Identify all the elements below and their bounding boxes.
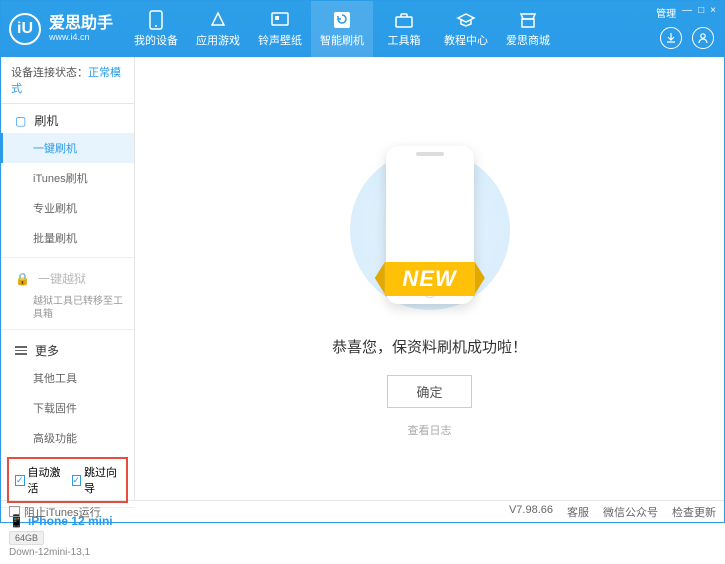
device-status: 设备连接状态：正常模式 <box>1 57 134 104</box>
new-banner: NEW <box>384 262 474 296</box>
nav-tutorials[interactable]: 教程中心 <box>435 1 497 57</box>
app-logo-icon: iU <box>9 13 41 45</box>
version-label: V7.98.66 <box>509 504 553 520</box>
app-url: www.i4.cn <box>49 33 113 43</box>
app-header: iU 爱思助手 www.i4.cn 我的设备 应用游戏 铃声壁纸 智能刷机 工具… <box>1 1 724 57</box>
window-controls: 管理 — □ × <box>656 5 716 20</box>
sidebar: 设备连接状态：正常模式 ▢ 刷机 一键刷机 iTunes刷机 专业刷机 批量刷机… <box>1 57 135 500</box>
sidebar-item-oneclick-flash[interactable]: 一键刷机 <box>1 133 134 163</box>
sidebar-item-pro-flash[interactable]: 专业刷机 <box>1 193 134 223</box>
footer-link-support[interactable]: 客服 <box>567 504 589 520</box>
refresh-icon <box>332 10 352 30</box>
view-log-link[interactable]: 查看日志 <box>408 422 452 438</box>
sidebar-section-more[interactable]: 更多 <box>1 334 134 363</box>
graduation-icon <box>456 10 476 30</box>
checkbox-block-itunes[interactable] <box>9 506 20 517</box>
nav-my-device[interactable]: 我的设备 <box>125 1 187 57</box>
nav-toolbox[interactable]: 工具箱 <box>373 1 435 57</box>
jailbreak-moved-note: 越狱工具已转移至工具箱 <box>1 291 134 325</box>
device-firmware: Down-12mini-13,1 <box>9 547 126 558</box>
window-close[interactable]: × <box>710 5 716 20</box>
phone-icon <box>146 10 166 30</box>
sidebar-item-itunes-flash[interactable]: iTunes刷机 <box>1 163 134 193</box>
top-nav: 我的设备 应用游戏 铃声壁纸 智能刷机 工具箱 教程中心 爱思商城 <box>125 1 559 57</box>
nav-ringtone-wallpaper[interactable]: 铃声壁纸 <box>249 1 311 57</box>
success-illustration: NEW <box>330 140 530 320</box>
confirm-button[interactable]: 确定 <box>387 375 471 408</box>
sidebar-item-other-tools[interactable]: 其他工具 <box>1 363 134 393</box>
sidebar-section-flash[interactable]: ▢ 刷机 <box>1 104 134 133</box>
user-button[interactable] <box>692 27 714 49</box>
download-button[interactable] <box>660 27 682 49</box>
sidebar-section-jailbreak[interactable]: 🔒 一键越狱 <box>1 262 134 291</box>
nav-store[interactable]: 爱思商城 <box>497 1 559 57</box>
checkbox-skip-guide[interactable]: ✓跳过向导 <box>72 464 121 496</box>
footer-link-wechat[interactable]: 微信公众号 <box>603 504 658 520</box>
success-message: 恭喜您，保资料刷机成功啦！ <box>332 336 527 357</box>
sidebar-item-advanced[interactable]: 高级功能 <box>1 423 134 453</box>
menu-icon <box>15 344 27 357</box>
apps-icon <box>208 10 228 30</box>
lock-icon: 🔒 <box>15 272 30 286</box>
options-row: ✓自动激活 ✓跳过向导 <box>7 457 128 503</box>
device-storage-badge: 64GB <box>9 531 44 545</box>
wallpaper-icon <box>270 10 290 30</box>
window-minimize[interactable]: — <box>682 5 692 20</box>
app-name: 爱思助手 <box>49 15 113 33</box>
window-maximize[interactable]: □ <box>698 5 704 20</box>
window-manage[interactable]: 管理 <box>656 5 676 20</box>
sidebar-item-download-firmware[interactable]: 下载固件 <box>1 393 134 423</box>
checkbox-auto-activate[interactable]: ✓自动激活 <box>15 464 64 496</box>
main-content: NEW 恭喜您，保资料刷机成功啦！ 确定 查看日志 <box>135 57 724 500</box>
store-icon <box>518 10 538 30</box>
nav-apps-games[interactable]: 应用游戏 <box>187 1 249 57</box>
footer-link-update[interactable]: 检查更新 <box>672 504 716 520</box>
logo-area: iU 爱思助手 www.i4.cn <box>1 13 125 45</box>
block-itunes-label: 阻止iTunes运行 <box>24 504 101 520</box>
phone-sync-icon: ▢ <box>15 114 26 128</box>
sidebar-item-batch-flash[interactable]: 批量刷机 <box>1 223 134 253</box>
toolbox-icon <box>394 10 414 30</box>
header-actions <box>660 27 714 49</box>
nav-smart-flash[interactable]: 智能刷机 <box>311 1 373 57</box>
